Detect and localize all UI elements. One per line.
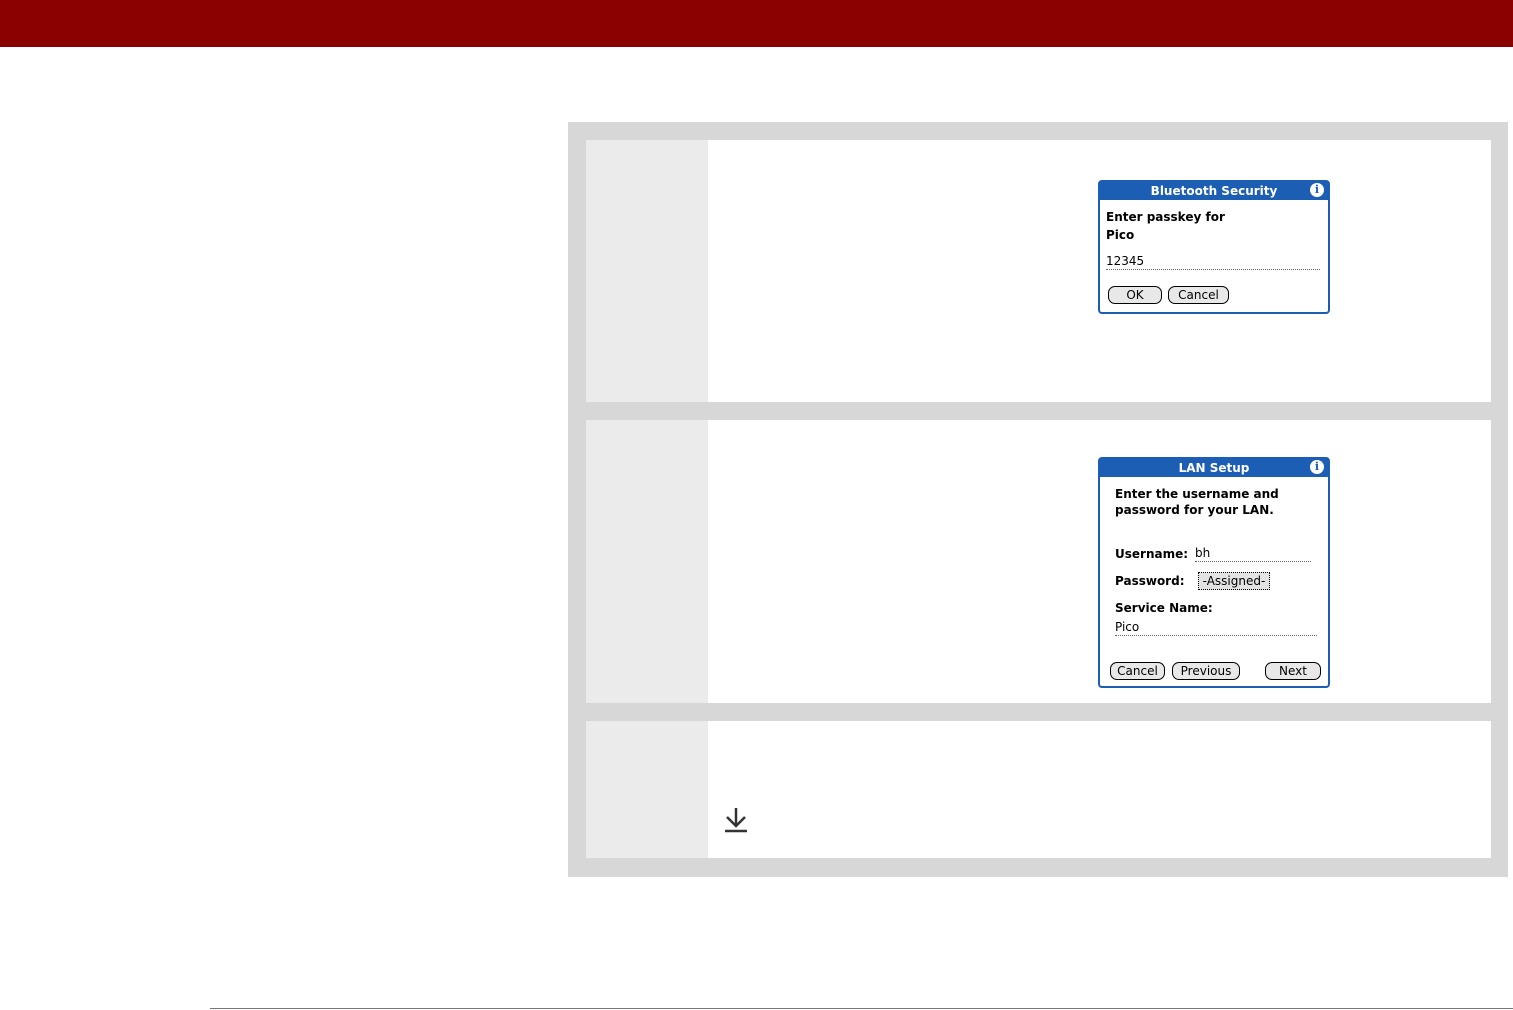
dialog-title-bar: LAN Setup i [1100,459,1328,477]
step-row-1 [586,140,1491,402]
cancel-button[interactable]: Cancel [1110,662,1165,680]
dialog-title: LAN Setup [1178,461,1250,475]
download-arrow-icon [725,808,747,833]
passkey-prompt: Enter passkey for Pico [1106,208,1225,244]
cancel-button[interactable]: Cancel [1168,286,1229,304]
previous-button[interactable]: Previous [1172,662,1240,680]
dialog-title: Bluetooth Security [1150,184,1278,198]
lan-setup-dialog: LAN Setup i Enter the username and passw… [1098,457,1330,688]
steps-panel [568,122,1508,877]
header-bar [0,0,1513,47]
device-name: Pico [1106,228,1135,242]
username-field[interactable]: bh [1195,546,1311,562]
prompt-line: Enter the username and [1115,487,1279,501]
bluetooth-security-dialog: Bluetooth Security i Enter passkey for P… [1098,180,1330,314]
username-label: Username: [1115,547,1189,561]
prompt-line: password for your LAN. [1115,503,1274,517]
step-number-cell [586,721,708,858]
passkey-field[interactable]: 12345 [1106,254,1320,270]
footer-divider [210,1008,1513,1009]
service-name-field[interactable]: Pico [1115,620,1317,636]
password-label: Password: [1115,574,1185,588]
lan-prompt: Enter the username and password for your… [1115,486,1279,518]
password-assign-button[interactable]: -Assigned- [1198,572,1270,590]
service-name-label: Service Name: [1115,601,1213,615]
step-row-2 [586,420,1491,703]
ok-button[interactable]: OK [1108,286,1162,304]
step-body [708,721,1491,858]
step-row-3 [586,721,1491,858]
prompt-line: Enter passkey for [1106,210,1225,224]
step-number-cell [586,420,708,703]
dialog-title-bar: Bluetooth Security i [1100,182,1328,200]
info-icon[interactable]: i [1310,460,1324,474]
step-number-cell [586,140,708,402]
next-button[interactable]: Next [1265,662,1321,680]
info-icon[interactable]: i [1310,183,1324,197]
